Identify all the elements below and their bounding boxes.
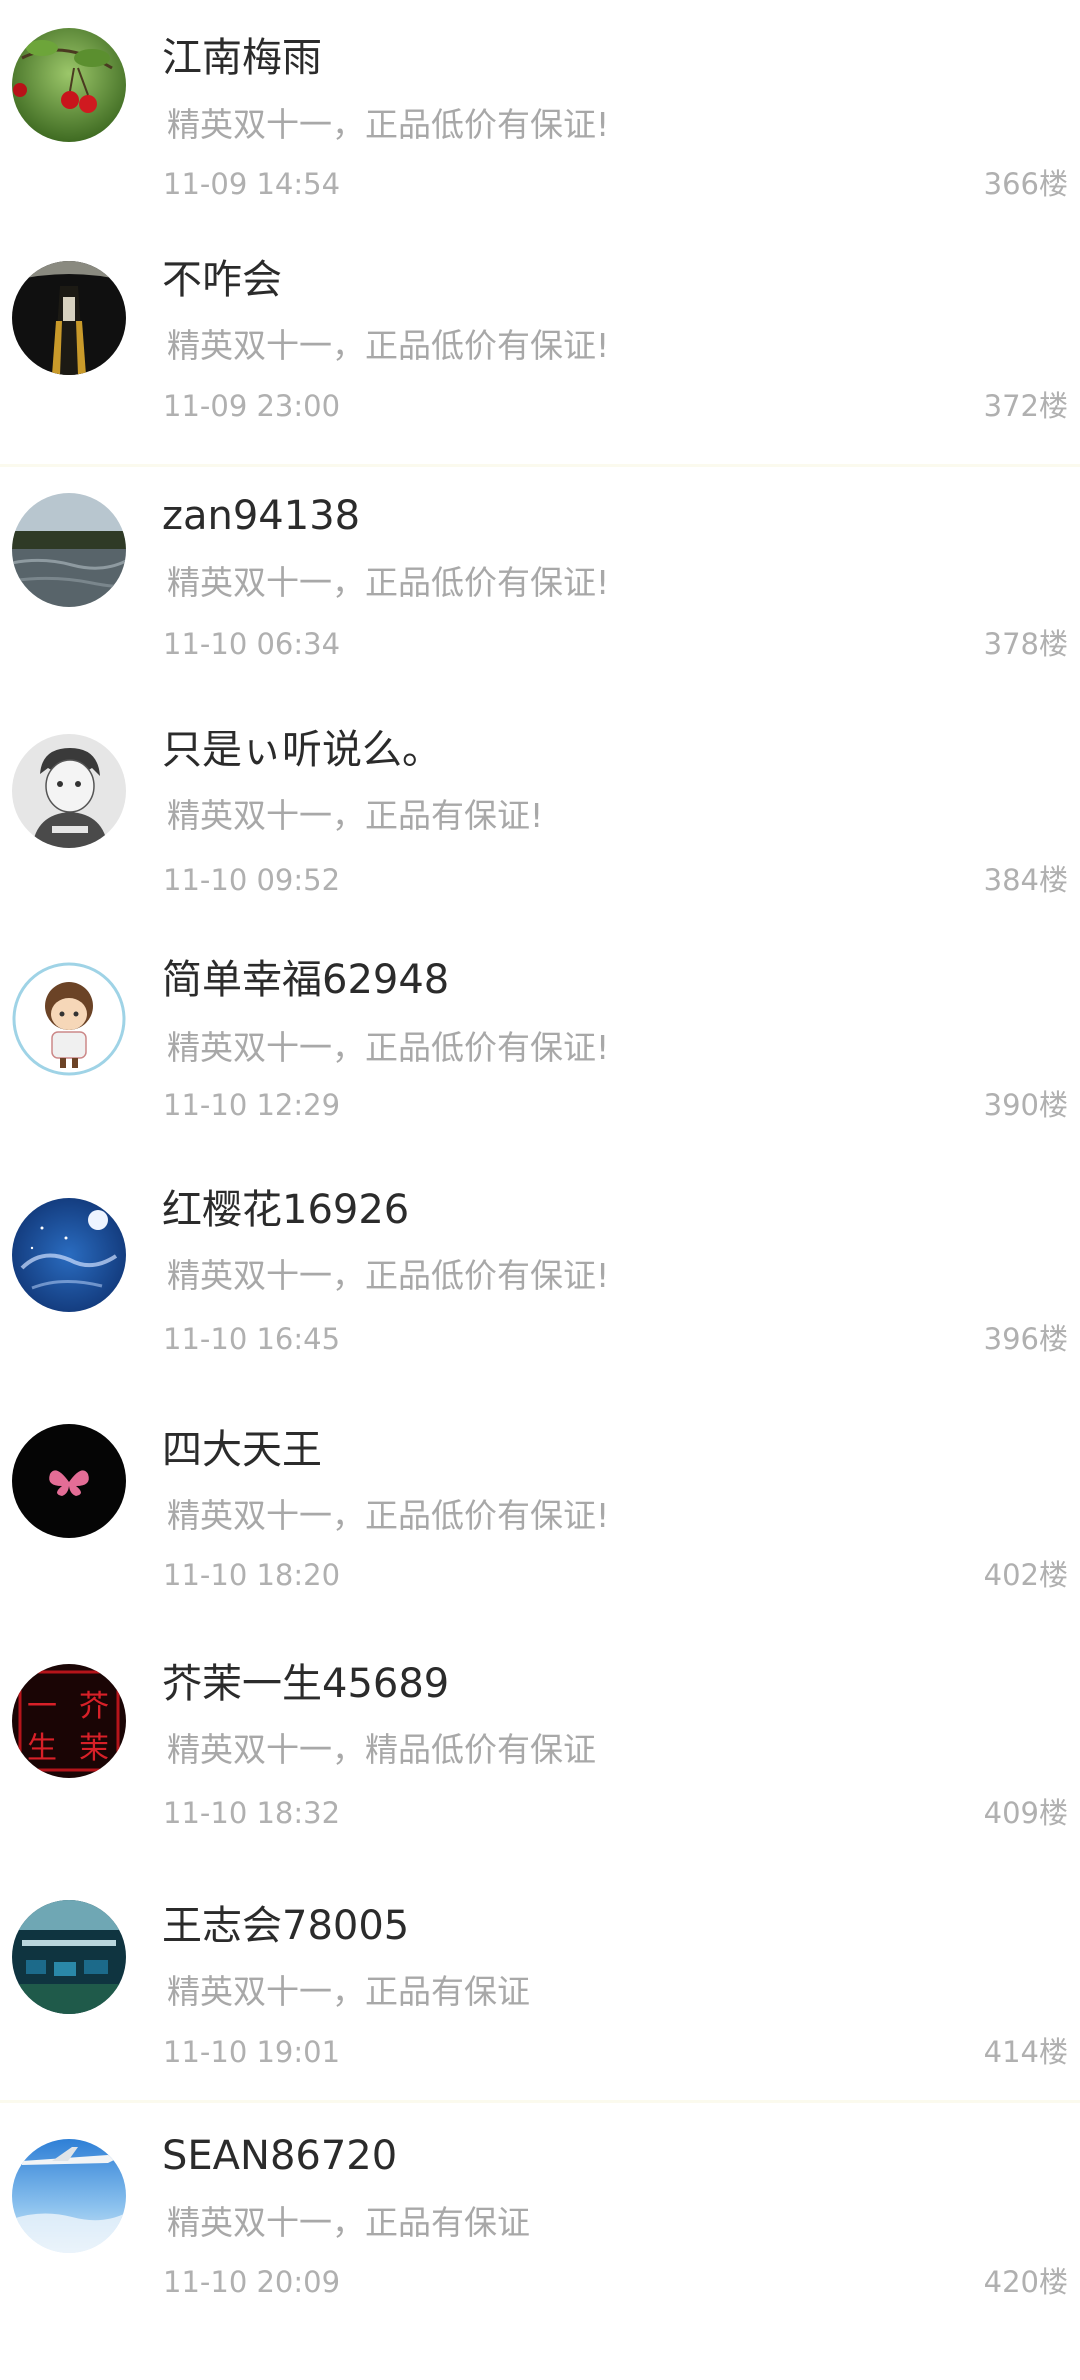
comment-text: 精英双十一，精品低价有保证 (167, 1730, 596, 1769)
list-item[interactable]: SEAN86720 精英双十一，正品有保证 11-10 20:09 420楼 (0, 2103, 1080, 2380)
timestamp: 11-10 19:01 (163, 2035, 341, 2069)
username[interactable]: 芥茉一生45689 (162, 1660, 449, 1708)
username[interactable]: SEAN86720 (162, 2132, 397, 2180)
timestamp: 11-09 23:00 (163, 389, 341, 423)
username[interactable]: 简单幸福62948 (162, 956, 449, 1004)
username[interactable]: 不咋会 (162, 256, 282, 304)
floor-number: 414楼 (983, 2035, 1068, 2069)
timestamp: 11-10 12:29 (163, 1088, 341, 1122)
floor-number: 409楼 (983, 1796, 1068, 1830)
username[interactable]: 红樱花16926 (162, 1186, 409, 1234)
workshop-photo-icon (12, 1900, 126, 2014)
timestamp: 11-09 14:54 (163, 167, 341, 201)
cartoon-girl-icon (12, 962, 126, 1076)
seal-char: 茉 (79, 1731, 109, 1766)
comment-text: 精英双十一，正品低价有保证! (167, 1496, 610, 1535)
comment-text: 精英双十一，正品有保证! (167, 796, 544, 835)
comment-text: 精英双十一，正品低价有保证! (167, 105, 610, 144)
list-item[interactable]: 红樱花16926 精英双十一，正品低价有保证! 11-10 16:45 396楼 (0, 1172, 1080, 1404)
avatar[interactable] (12, 261, 126, 375)
comment-text: 精英双十一，正品低价有保证! (167, 326, 610, 365)
list-item[interactable]: zan94138 精英双十一，正品低价有保证! 11-10 06:34 378楼 (0, 467, 1080, 702)
airplane-photo-icon (12, 2139, 126, 2253)
night-sky-icon (12, 1198, 126, 1312)
avatar[interactable] (12, 2139, 126, 2253)
bottle-photo-icon (12, 261, 126, 375)
comment-list: 江南梅雨 精英双十一，正品低价有保证! 11-09 14:54 366楼 不咋会… (0, 0, 1080, 2380)
username[interactable]: 江南梅雨 (162, 34, 322, 82)
floor-number: 378楼 (983, 627, 1068, 661)
floor-number: 390楼 (983, 1088, 1068, 1122)
floor-number: 366楼 (983, 167, 1068, 201)
comment-text: 精英双十一，正品有保证 (167, 2203, 530, 2242)
list-item[interactable]: 只是ぃ听说么。 精英双十一，正品有保证! 11-10 09:52 384楼 (0, 702, 1080, 934)
timestamp: 11-10 20:09 (163, 2265, 341, 2299)
butterfly-logo-icon (12, 1424, 126, 1538)
lake-photo-icon (12, 493, 126, 607)
avatar[interactable] (12, 1198, 126, 1312)
avatar[interactable]: 芥 茉 一 生 (12, 1664, 126, 1778)
seal-char: 生 (27, 1731, 57, 1766)
list-item[interactable]: 江南梅雨 精英双十一，正品低价有保证! 11-09 14:54 366楼 (0, 0, 1080, 230)
avatar[interactable] (12, 1424, 126, 1538)
avatar[interactable] (12, 1900, 126, 2014)
username[interactable]: 只是ぃ听说么。 (162, 726, 442, 774)
anime-boy-icon (12, 734, 126, 848)
comment-text: 精英双十一，正品低价有保证! (167, 1256, 610, 1295)
list-item[interactable]: 芥 茉 一 生 芥茉一生45689 精英双十一，精品低价有保证 11-10 18… (0, 1638, 1080, 1880)
red-seal-icon: 芥 茉 一 生 (12, 1664, 126, 1778)
seal-char: 芥 (79, 1689, 109, 1724)
comment-text: 精英双十一，正品有保证 (167, 1972, 530, 2011)
avatar[interactable] (12, 28, 126, 142)
username[interactable]: zan94138 (162, 492, 360, 540)
timestamp: 11-10 16:45 (163, 1322, 341, 1356)
cherry-photo-icon (12, 28, 126, 142)
floor-number: 396楼 (983, 1322, 1068, 1356)
comment-text: 精英双十一，正品低价有保证! (167, 1028, 610, 1067)
seal-char: 一 (27, 1689, 57, 1724)
list-item[interactable]: 不咋会 精英双十一，正品低价有保证! 11-09 23:00 372楼 (0, 230, 1080, 464)
list-item[interactable]: 简单幸福62948 精英双十一，正品低价有保证! 11-10 12:29 390… (0, 934, 1080, 1172)
timestamp: 11-10 18:32 (163, 1796, 341, 1830)
list-item[interactable]: 王志会78005 精英双十一，正品有保证 11-10 19:01 414楼 (0, 1880, 1080, 2100)
avatar[interactable] (12, 493, 126, 607)
username[interactable]: 四大天王 (162, 1426, 322, 1474)
username[interactable]: 王志会78005 (162, 1902, 409, 1950)
timestamp: 11-10 18:20 (163, 1558, 341, 1592)
floor-number: 420楼 (983, 2265, 1068, 2299)
timestamp: 11-10 09:52 (163, 863, 341, 897)
floor-number: 384楼 (983, 863, 1068, 897)
comment-text: 精英双十一，正品低价有保证! (167, 563, 610, 602)
list-item[interactable]: 四大天王 精英双十一，正品低价有保证! 11-10 18:20 402楼 (0, 1404, 1080, 1638)
timestamp: 11-10 06:34 (163, 627, 341, 661)
floor-number: 372楼 (983, 389, 1068, 423)
avatar[interactable] (12, 734, 126, 848)
avatar[interactable] (12, 962, 126, 1076)
floor-number: 402楼 (983, 1558, 1068, 1592)
